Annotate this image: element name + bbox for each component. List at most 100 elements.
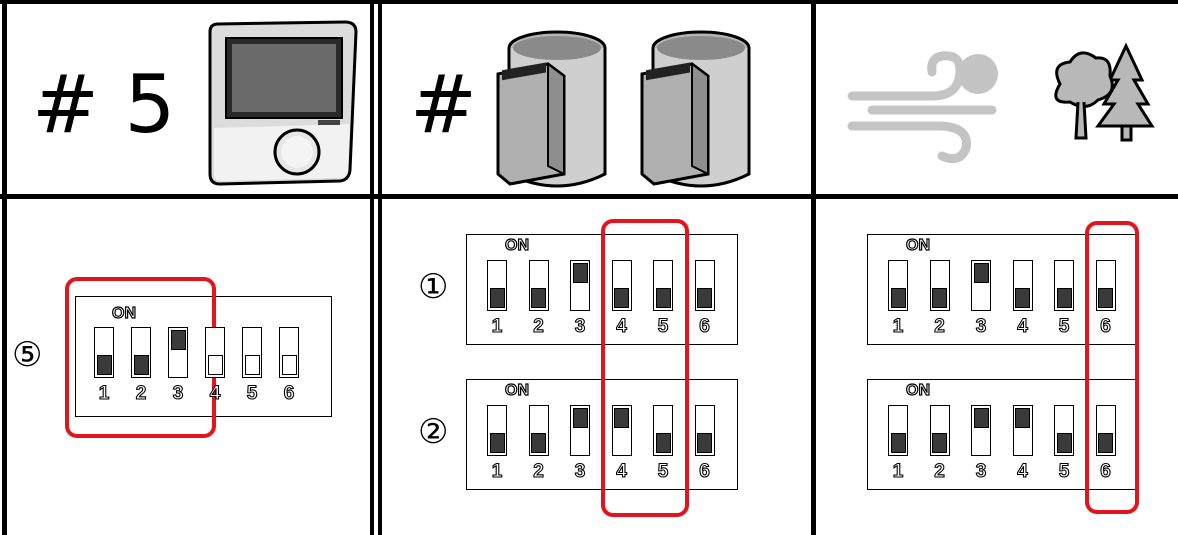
- switch-number: 3: [574, 316, 586, 337]
- switch-number: 4: [1017, 316, 1029, 337]
- switch-number: 6: [1100, 461, 1112, 482]
- panel-marker: ②: [418, 412, 449, 452]
- column-1-heading: # 5: [32, 58, 176, 151]
- dip-switch-6: [1095, 405, 1116, 456]
- dip-switch-6: [694, 405, 715, 456]
- on-label: ON: [905, 381, 930, 399]
- dip-switch-4: [611, 405, 632, 456]
- switch-number: 2: [533, 316, 545, 337]
- switch-number: 5: [246, 383, 258, 404]
- dip-switch-5: [653, 405, 673, 456]
- dip-switch-1: [487, 260, 507, 311]
- switch-lever: [1056, 433, 1072, 453]
- switch-lever: [655, 288, 671, 308]
- switch-number: 4: [616, 461, 628, 482]
- row-divider: [0, 194, 1178, 199]
- heating-unit-icon: [496, 30, 607, 188]
- switch-number: 1: [892, 461, 904, 482]
- switch-number: 1: [892, 316, 904, 337]
- switch-number: 2: [934, 461, 946, 482]
- switch-number: 4: [616, 316, 628, 337]
- switch-number: 1: [491, 316, 503, 337]
- col-divider-2: [811, 0, 816, 535]
- on-label: ON: [504, 381, 529, 399]
- column-2-heading: #: [410, 58, 478, 151]
- switch-lever: [614, 288, 629, 308]
- dip-switch-6: [694, 260, 715, 311]
- switch-lever: [932, 288, 947, 308]
- switch-lever: [890, 288, 906, 308]
- switch-number: 5: [657, 316, 669, 337]
- dip-switch-2: [528, 260, 549, 311]
- dip-switch-6: [279, 327, 299, 378]
- switch-lever: [244, 355, 260, 375]
- top-border: [0, 0, 1178, 4]
- switch-lever: [932, 433, 947, 453]
- dip-switch-3: [570, 405, 590, 456]
- switch-number: 2: [934, 316, 946, 337]
- dip-switch-3: [971, 260, 991, 311]
- dip-switch-5: [242, 327, 262, 378]
- switch-lever: [1015, 288, 1030, 308]
- switch-lever: [207, 355, 223, 375]
- trees-icon: [1054, 42, 1155, 142]
- switch-number: 1: [491, 461, 503, 482]
- switch-number: 3: [975, 461, 987, 482]
- dip-switch-2: [929, 405, 950, 456]
- switch-number: 2: [533, 461, 545, 482]
- switch-lever: [133, 355, 149, 375]
- switch-lever: [697, 288, 712, 308]
- col-divider-1b: [378, 0, 382, 535]
- dip-switch-4: [205, 327, 225, 378]
- dip-switch-3: [168, 327, 188, 378]
- switch-number: 4: [209, 383, 221, 404]
- switch-lever: [489, 288, 505, 308]
- switch-lever: [1098, 433, 1113, 453]
- switch-number: 4: [1017, 461, 1029, 482]
- dip-switch-4: [1012, 260, 1033, 311]
- switch-lever: [281, 355, 297, 375]
- switch-number: 3: [975, 316, 987, 337]
- dip-switch-3: [971, 405, 991, 456]
- panel-marker: ①: [418, 267, 449, 307]
- dip-switch-5: [1054, 405, 1074, 456]
- dip-switch-2: [528, 405, 549, 456]
- switch-lever: [973, 408, 989, 428]
- switch-number: 6: [699, 316, 711, 337]
- switch-lever: [531, 288, 546, 308]
- col-divider-1a: [370, 0, 374, 535]
- dip-switch-1: [487, 405, 507, 456]
- heating-unit-icon: [640, 30, 751, 188]
- switch-lever: [890, 433, 906, 453]
- dip-switch-1: [888, 405, 908, 456]
- panel-marker: ⑤: [12, 335, 43, 375]
- thermostat-icon: [208, 20, 358, 186]
- switch-lever: [614, 408, 629, 428]
- dip-switch-2: [131, 327, 151, 378]
- dip-switch-5: [1054, 260, 1074, 311]
- dip-switch-5: [653, 260, 673, 311]
- switch-number: 5: [1058, 316, 1070, 337]
- switch-lever: [572, 408, 588, 428]
- dip-switch-6: [1095, 260, 1116, 311]
- switch-number: 2: [135, 383, 147, 404]
- switch-lever: [655, 433, 671, 453]
- switch-lever: [531, 433, 546, 453]
- switch-lever: [1015, 408, 1030, 428]
- switch-number: 6: [699, 461, 711, 482]
- switch-lever: [96, 355, 112, 375]
- switch-number: 1: [98, 383, 110, 404]
- left-border: [2, 0, 7, 535]
- switch-number: 6: [1100, 316, 1112, 337]
- dip-switch-4: [1012, 405, 1033, 456]
- switch-number: 5: [657, 461, 669, 482]
- switch-lever: [697, 433, 712, 453]
- dip-switch-1: [94, 327, 114, 378]
- dip-switch-2: [929, 260, 950, 311]
- on-label: ON: [905, 236, 930, 254]
- switch-number: 3: [574, 461, 586, 482]
- switch-lever: [1056, 288, 1072, 308]
- switch-lever: [170, 330, 186, 350]
- dip-switch-4: [611, 260, 632, 311]
- switch-lever: [973, 263, 989, 283]
